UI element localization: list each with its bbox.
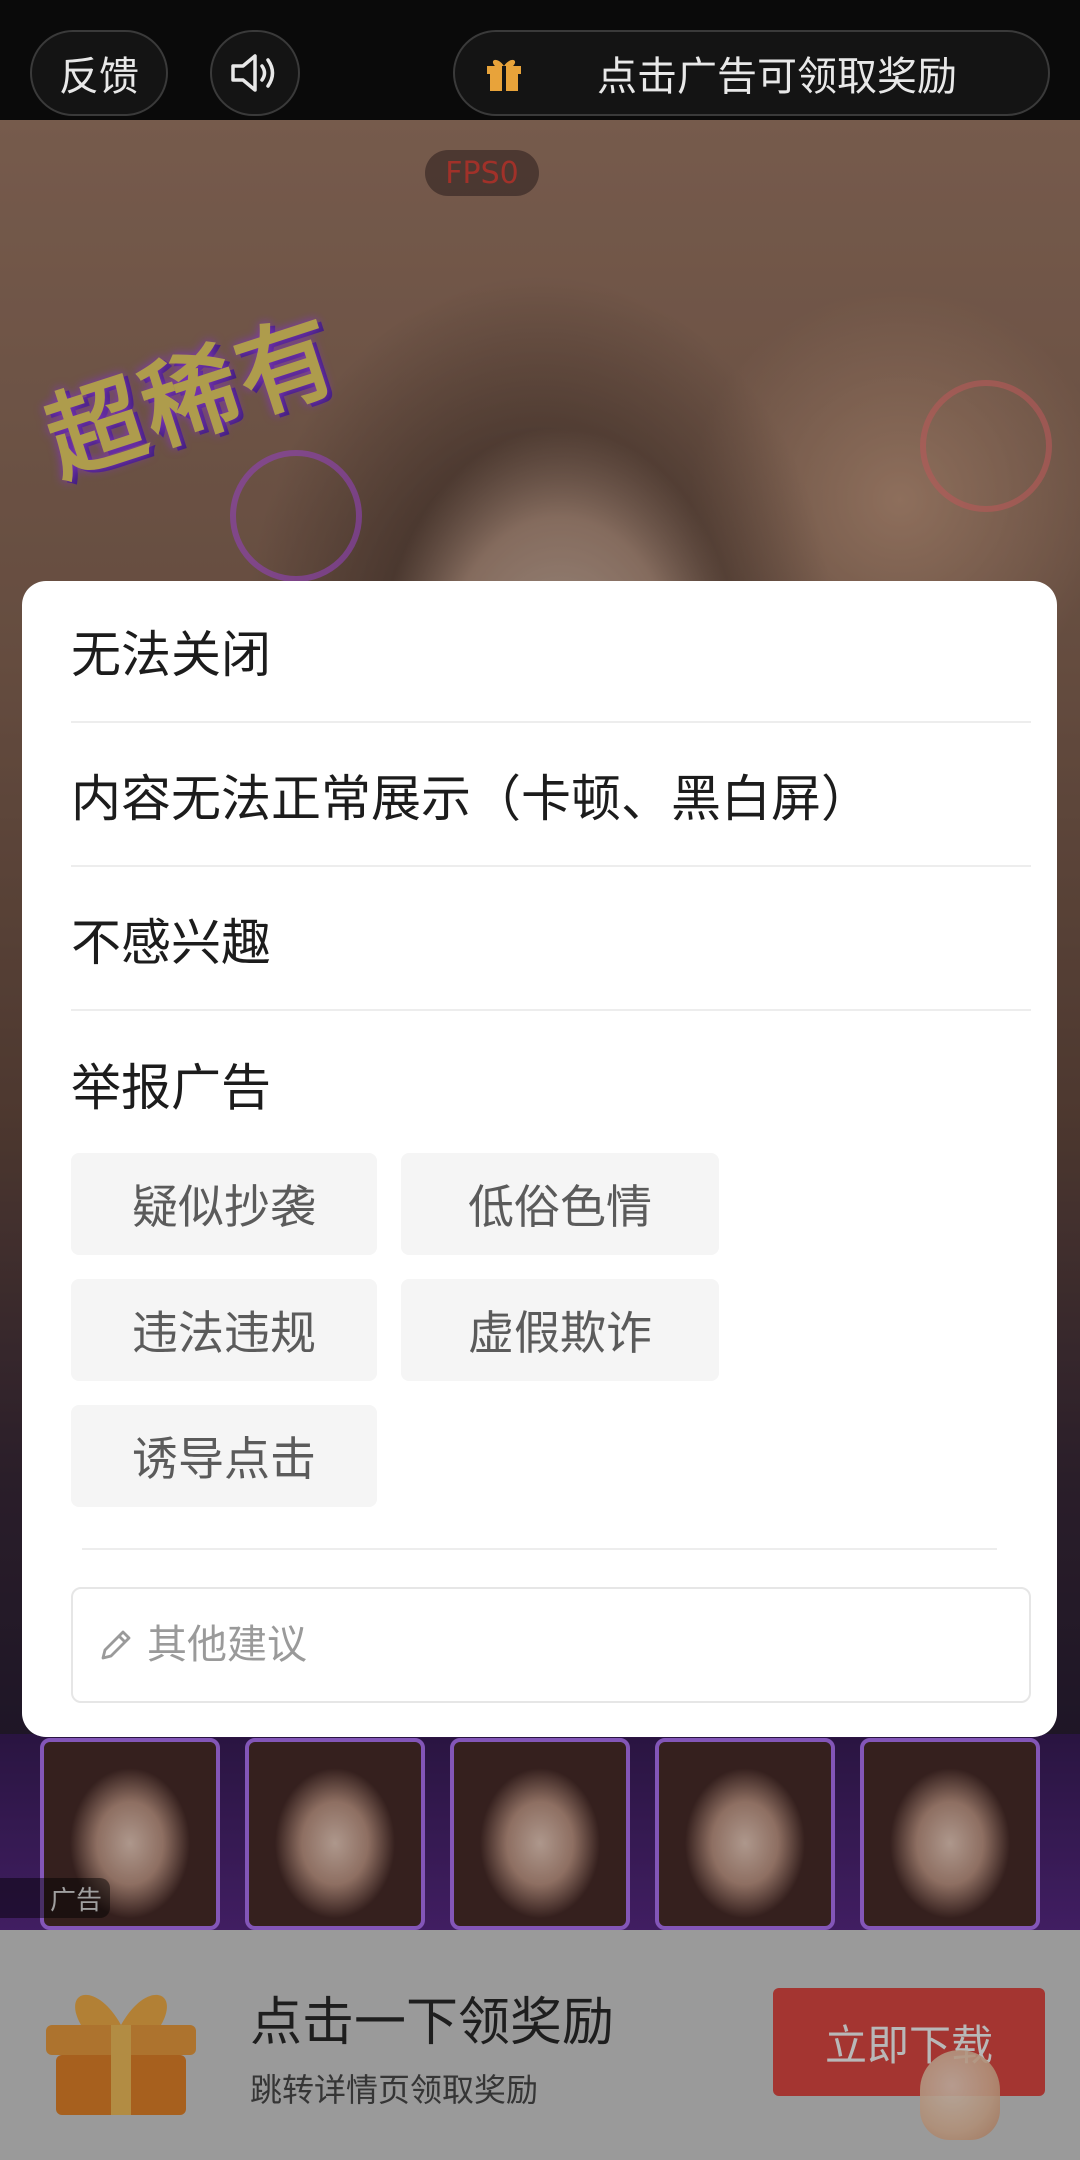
option-label: 不感兴趣 (71, 914, 271, 972)
report-ad-heading: 举报广告 (71, 1013, 1031, 1155)
feedback-label: 反馈 (59, 54, 139, 100)
pencil-icon (101, 1630, 131, 1660)
report-reason-illegal[interactable]: 违法违规 (71, 1279, 377, 1381)
sound-toggle-button[interactable] (210, 30, 300, 116)
feedback-dialog: 无法关闭 内容无法正常展示（卡顿、黑白屏） 不感兴趣 举报广告 疑似抄袭 低俗色… (22, 581, 1057, 1737)
report-reason-fraud[interactable]: 虚假欺诈 (401, 1279, 719, 1381)
reward-banner-button[interactable]: 点击广告可领取奖励 (453, 30, 1050, 116)
report-title: 举报广告 (71, 1059, 271, 1117)
report-reason-plagiarism[interactable]: 疑似抄袭 (71, 1153, 377, 1255)
gift-icon (487, 59, 521, 91)
other-suggestion-field[interactable] (71, 1587, 1031, 1703)
report-reason-clickbait[interactable]: 诱导点击 (71, 1405, 377, 1507)
report-reason-vulgar[interactable]: 低俗色情 (401, 1153, 719, 1255)
feedback-button[interactable]: 反馈 (30, 30, 168, 116)
option-not-interested[interactable]: 不感兴趣 (71, 869, 1031, 1011)
top-bar: 反馈 点击广告可领取奖励 (0, 0, 1080, 120)
option-label: 无法关闭 (71, 626, 271, 684)
volume-icon (231, 54, 275, 92)
option-content-display-issue[interactable]: 内容无法正常展示（卡顿、黑白屏） (71, 725, 1031, 867)
option-cannot-close[interactable]: 无法关闭 (71, 581, 1031, 723)
option-label: 内容无法正常展示（卡顿、黑白屏） (71, 770, 871, 828)
divider (82, 1548, 997, 1550)
other-suggestion-input[interactable] (145, 1621, 1009, 1669)
reward-label: 点击广告可领取奖励 (597, 54, 957, 100)
